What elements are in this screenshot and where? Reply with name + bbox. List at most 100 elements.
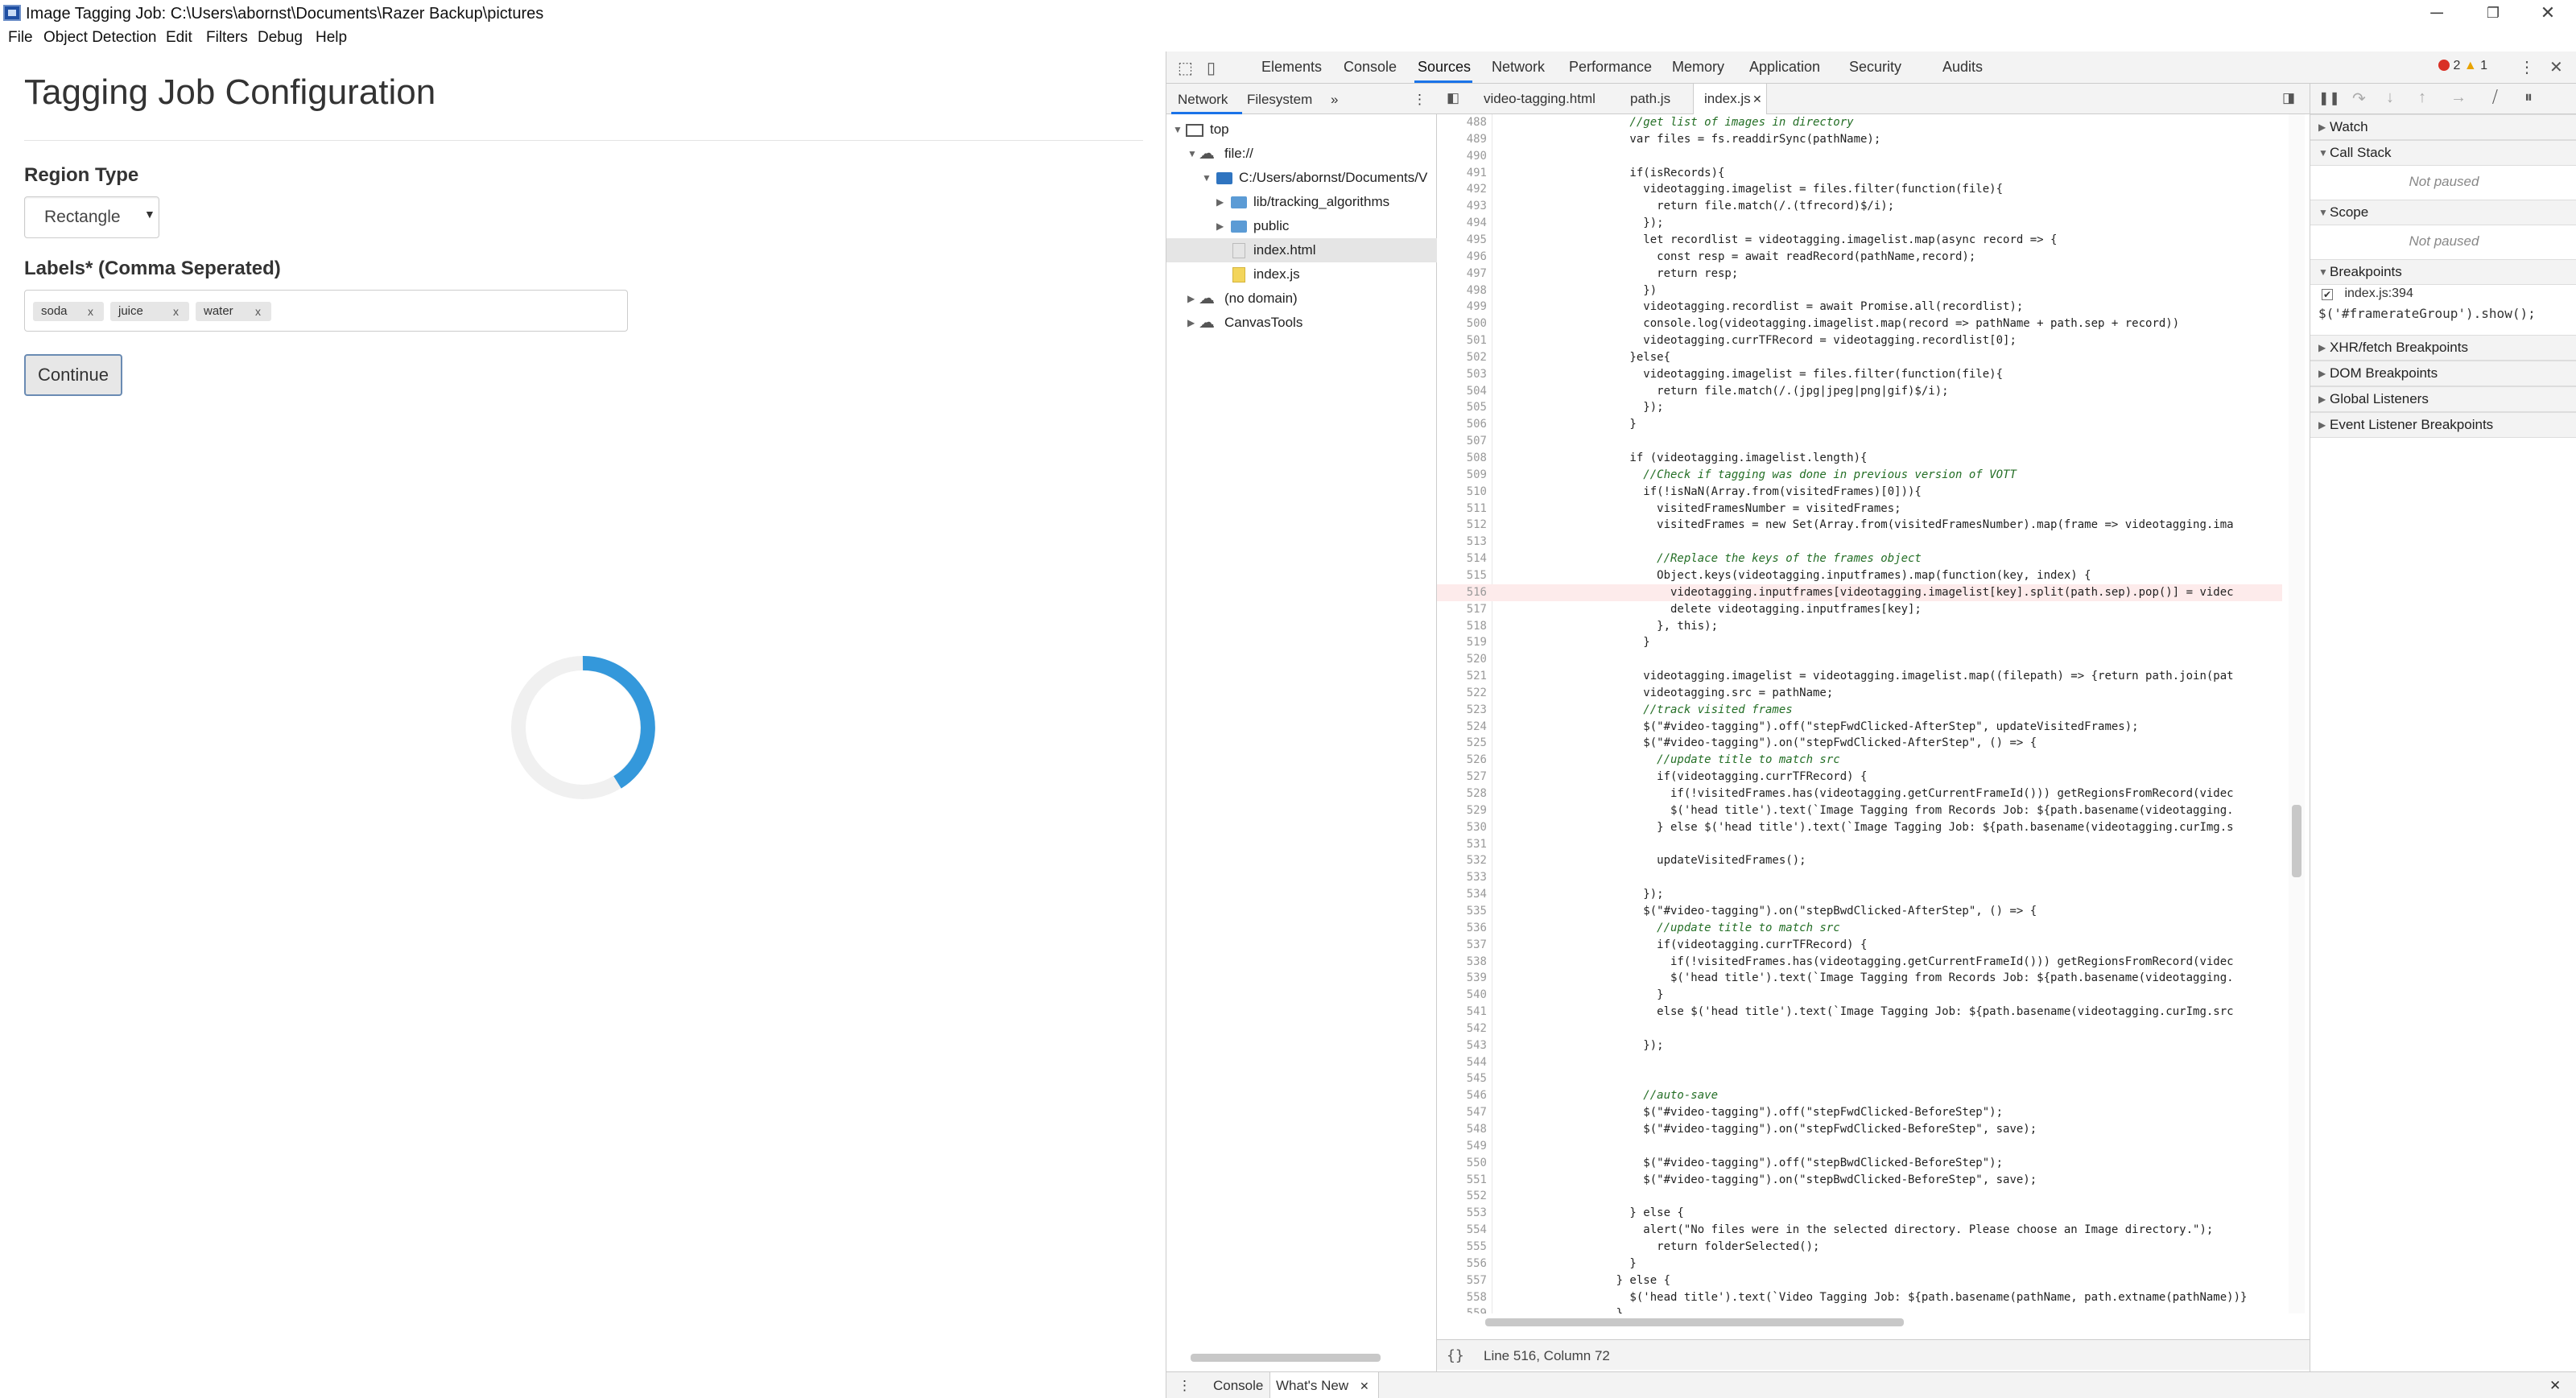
code-line[interactable]: 495 let recordlist = videotagging.imagel… <box>1437 232 2282 249</box>
code-line[interactable]: 514 //Replace the keys of the frames obj… <box>1437 551 2282 567</box>
tab-sources[interactable]: Sources <box>1418 59 1471 76</box>
line-number[interactable]: 539 <box>1437 970 1487 987</box>
close-devtools-icon[interactable]: ✕ <box>2549 57 2563 77</box>
section-dom-breakpoints[interactable]: ▶ DOM Breakpoints <box>2310 361 2576 386</box>
tree-item-index-js[interactable]: index.js <box>1166 262 1437 287</box>
step-into-icon[interactable]: ↓ <box>2386 89 2394 107</box>
tree-item-file-protocol[interactable]: ▼ ☁ file:// <box>1166 142 1437 166</box>
code-line[interactable]: 496 const resp = await readRecord(pathNa… <box>1437 249 2282 266</box>
tag-remove-button[interactable]: x <box>88 302 93 321</box>
labels-tag-input[interactable]: soda x juice x water x <box>24 290 628 332</box>
region-type-select[interactable]: Rectangle ▼ <box>24 196 159 238</box>
line-number[interactable]: 490 <box>1437 148 1487 165</box>
line-number[interactable]: 508 <box>1437 450 1487 467</box>
line-number[interactable]: 499 <box>1437 299 1487 315</box>
code-line[interactable]: 507 <box>1437 433 2282 450</box>
scrollbar-thumb[interactable] <box>1191 1354 1381 1362</box>
line-number[interactable]: 548 <box>1437 1121 1487 1138</box>
line-number[interactable]: 512 <box>1437 517 1487 534</box>
code-line[interactable]: 554 alert("No files were in the selected… <box>1437 1222 2282 1239</box>
continue-button[interactable]: Continue <box>24 354 122 396</box>
line-number[interactable]: 559 <box>1437 1305 1487 1313</box>
line-number[interactable]: 510 <box>1437 484 1487 501</box>
editor-tab-path-js[interactable]: path.js <box>1630 91 1670 107</box>
drawer-tab-console[interactable]: Console <box>1213 1378 1263 1394</box>
code-line[interactable]: 494 }); <box>1437 215 2282 232</box>
line-number[interactable]: 533 <box>1437 869 1487 886</box>
code-line[interactable]: 492 videotagging.imagelist = files.filte… <box>1437 181 2282 198</box>
code-line[interactable]: 516 videotagging.inputframes[videotaggin… <box>1437 584 2282 601</box>
line-number[interactable]: 513 <box>1437 534 1487 551</box>
editor-vertical-scrollbar[interactable] <box>2289 114 2305 1313</box>
line-number[interactable]: 517 <box>1437 601 1487 618</box>
code-line[interactable]: 499 videotagging.recordlist = await Prom… <box>1437 299 2282 315</box>
code-line[interactable]: 521 videotagging.imagelist = videotaggin… <box>1437 668 2282 685</box>
code-line[interactable]: 531 <box>1437 836 2282 853</box>
code-line[interactable]: 548 $("#video-tagging").on("stepFwdClick… <box>1437 1121 2282 1138</box>
line-number[interactable]: 529 <box>1437 802 1487 819</box>
line-number[interactable]: 534 <box>1437 886 1487 903</box>
line-number[interactable]: 554 <box>1437 1222 1487 1239</box>
code-line[interactable]: 546 //auto-save <box>1437 1087 2282 1104</box>
tree-item-canvastools[interactable]: ▶ ☁ CanvasTools <box>1166 311 1437 335</box>
tab-console[interactable]: Console <box>1344 59 1397 76</box>
code-line[interactable]: 491 if(isRecords){ <box>1437 165 2282 182</box>
code-line[interactable]: 498 }) <box>1437 282 2282 299</box>
line-number[interactable]: 507 <box>1437 433 1487 450</box>
line-number[interactable]: 545 <box>1437 1070 1487 1087</box>
menu-object-detection[interactable]: Object Detection <box>43 29 156 47</box>
line-number[interactable]: 550 <box>1437 1155 1487 1172</box>
line-number[interactable]: 537 <box>1437 937 1487 954</box>
line-number[interactable]: 549 <box>1437 1138 1487 1155</box>
line-number[interactable]: 528 <box>1437 786 1487 802</box>
line-number[interactable]: 503 <box>1437 366 1487 383</box>
code-line[interactable]: 501 videotagging.currTFRecord = videotag… <box>1437 332 2282 349</box>
line-number[interactable]: 535 <box>1437 903 1487 920</box>
line-number[interactable]: 522 <box>1437 685 1487 702</box>
scrollbar-thumb[interactable] <box>1485 1318 1904 1326</box>
code-line[interactable]: 524 $("#video-tagging").off("stepFwdClic… <box>1437 719 2282 736</box>
line-number[interactable]: 521 <box>1437 668 1487 685</box>
code-line[interactable]: 504 return file.match(/.(jpg|jpeg|png|gi… <box>1437 383 2282 400</box>
navigator-menu-icon[interactable]: ⋮ <box>1413 92 1426 108</box>
line-number[interactable]: 488 <box>1437 114 1487 131</box>
menu-filters[interactable]: Filters <box>206 29 248 47</box>
code-line[interactable]: 526 //update title to match src <box>1437 752 2282 769</box>
line-number[interactable]: 540 <box>1437 987 1487 1004</box>
code-line[interactable]: 511 visitedFramesNumber = visitedFrames; <box>1437 501 2282 518</box>
drawer-tab-whats-new[interactable]: What's New <box>1276 1378 1348 1394</box>
code-line[interactable]: 529 $('head title').text(`Image Tagging … <box>1437 802 2282 819</box>
line-number[interactable]: 543 <box>1437 1037 1487 1054</box>
code-line[interactable]: 528 if(!visitedFrames.has(videotagging.g… <box>1437 786 2282 802</box>
code-line[interactable]: 541 else $('head title').text(`Image Tag… <box>1437 1004 2282 1021</box>
line-number[interactable]: 557 <box>1437 1272 1487 1289</box>
section-call-stack[interactable]: ▼ Call Stack <box>2310 140 2576 166</box>
line-number[interactable]: 525 <box>1437 735 1487 752</box>
editor-horizontal-scrollbar[interactable] <box>1485 1315 2258 1328</box>
line-number[interactable]: 494 <box>1437 215 1487 232</box>
line-number[interactable]: 500 <box>1437 315 1487 332</box>
tree-item-project-folder[interactable]: ▼ C:/Users/abornst/Documents/V <box>1166 166 1437 190</box>
line-number[interactable]: 542 <box>1437 1021 1487 1037</box>
line-number[interactable]: 515 <box>1437 567 1487 584</box>
line-number[interactable]: 558 <box>1437 1289 1487 1306</box>
line-number[interactable]: 514 <box>1437 551 1487 567</box>
line-number[interactable]: 536 <box>1437 920 1487 937</box>
line-number[interactable]: 518 <box>1437 618 1487 635</box>
tab-application[interactable]: Application <box>1749 59 1820 76</box>
line-number[interactable]: 489 <box>1437 131 1487 148</box>
section-scope[interactable]: ▼ Scope <box>2310 200 2576 225</box>
pretty-print-button[interactable]: {} <box>1447 1347 1464 1364</box>
close-drawer-tab-icon[interactable]: ✕ <box>1360 1379 1369 1393</box>
code-line[interactable]: 551 $("#video-tagging").on("stepBwdClick… <box>1437 1172 2282 1189</box>
code-line[interactable]: 542 <box>1437 1021 2282 1037</box>
code-line[interactable]: 552 <box>1437 1188 2282 1205</box>
tab-memory[interactable]: Memory <box>1672 59 1724 76</box>
tab-audits[interactable]: Audits <box>1942 59 1983 76</box>
line-number[interactable]: 516 <box>1437 584 1487 601</box>
close-tab-icon[interactable]: ✕ <box>1752 93 1762 106</box>
code-line[interactable]: 503 videotagging.imagelist = files.filte… <box>1437 366 2282 383</box>
code-line[interactable]: 500 console.log(videotagging.imagelist.m… <box>1437 315 2282 332</box>
section-global-listeners[interactable]: ▶ Global Listeners <box>2310 386 2576 412</box>
code-line[interactable]: 556 } <box>1437 1256 2282 1272</box>
